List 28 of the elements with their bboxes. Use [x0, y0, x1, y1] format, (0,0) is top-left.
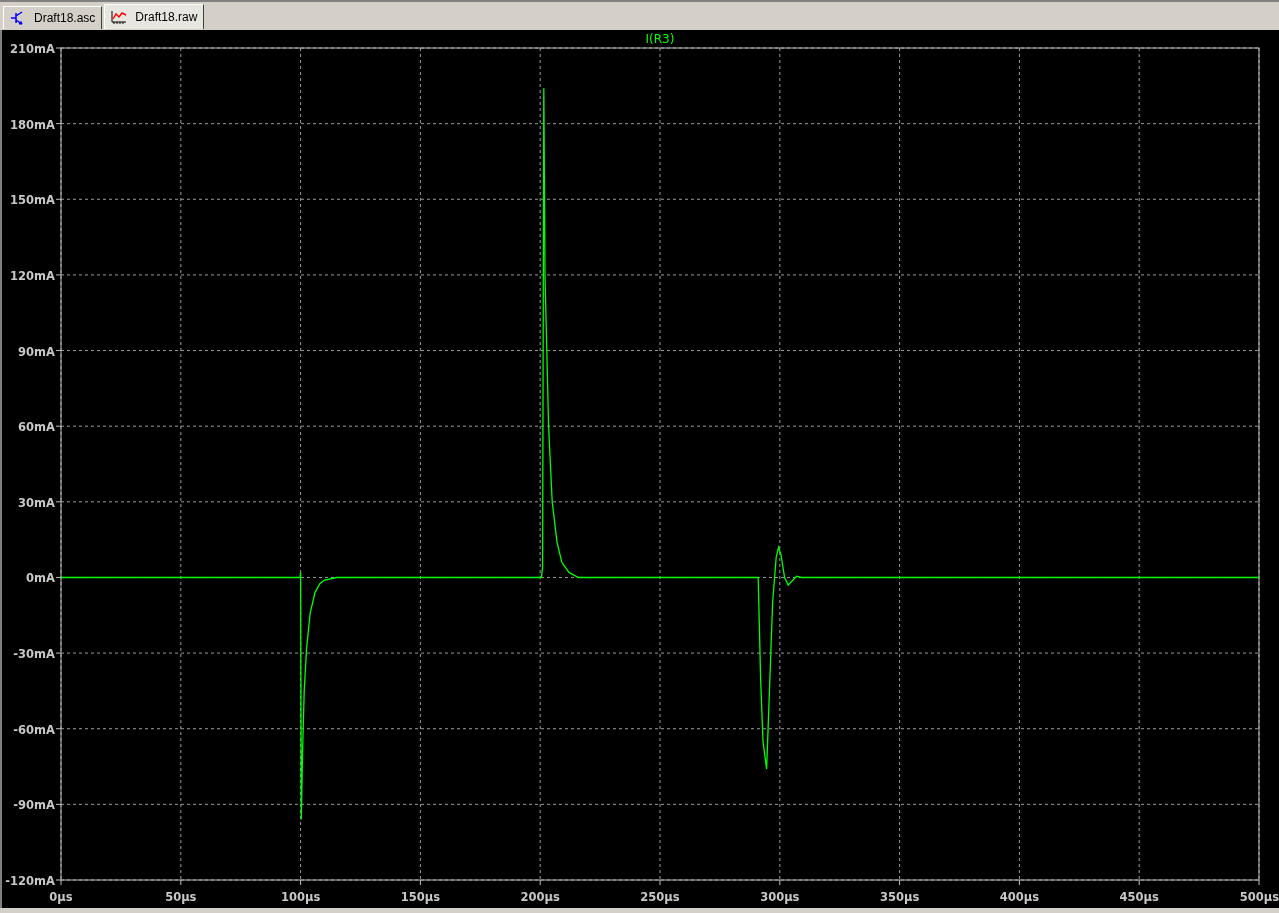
y-axis-label: 30mA: [18, 495, 55, 510]
transistor-icon: [10, 11, 26, 25]
x-axis-label: 450µs: [1119, 890, 1159, 904]
x-axis-label: 100µs: [280, 890, 321, 904]
x-axis-label: 150µs: [400, 890, 441, 904]
x-axis-label: 500µs: [1239, 890, 1279, 904]
y-axis-label: 210mA: [10, 42, 55, 56]
x-axis-label: 200µs: [520, 890, 560, 904]
y-axis-label: 180mA: [10, 117, 55, 132]
waveform-icon: [111, 10, 128, 24]
x-axis-label: 350µs: [879, 890, 920, 904]
x-axis-label: 0µs: [49, 890, 73, 904]
x-axis-label: 250µs: [640, 890, 680, 904]
x-axis-label: 300µs: [760, 890, 800, 904]
y-axis-label: -30mA: [13, 647, 55, 662]
y-axis-label: -60mA: [13, 722, 55, 737]
y-axis-label: 120mA: [10, 268, 55, 283]
y-axis-label: 0mA: [26, 571, 55, 586]
trace-label[interactable]: I(R3): [645, 32, 675, 46]
x-axis-label: 400µs: [999, 890, 1040, 904]
x-axis-label: 50µs: [165, 890, 197, 904]
document-tab[interactable]: Draft18.asc: [3, 6, 103, 29]
y-axis-label: -90mA: [13, 798, 55, 813]
y-axis-label: 60mA: [18, 420, 55, 435]
y-axis-label: -120mA: [5, 874, 55, 888]
document-tab[interactable]: Draft18.raw: [104, 4, 205, 29]
y-axis-label: 90mA: [18, 344, 55, 359]
y-axis-label: 150mA: [10, 193, 55, 208]
